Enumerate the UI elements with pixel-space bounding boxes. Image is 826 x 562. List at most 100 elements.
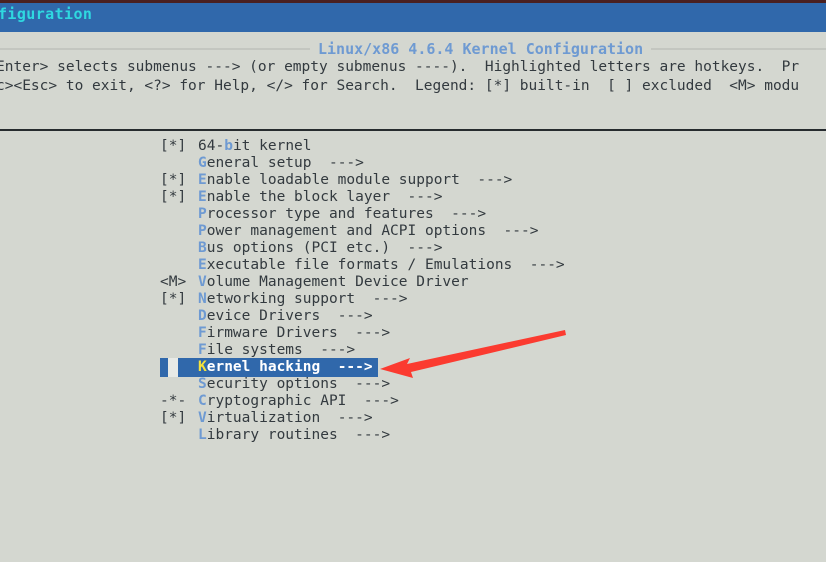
menu-item-hotkey-letter: V [198, 410, 207, 426]
menu-item-content: -*- Cryptographic API ---> [160, 393, 399, 410]
menu-item-hotkey-letter: F [198, 342, 207, 358]
menu-item-label: us options (PCI etc.) [206, 240, 391, 256]
submenu-arrow-icon: ---> [337, 376, 391, 392]
menu-item-label: rocessor type and features [206, 206, 434, 222]
menu-item-content: Processor type and features ---> [160, 206, 486, 223]
menu-item-content: Library routines ---> [160, 427, 390, 444]
menu-item[interactable]: <M> Volume Management Device Driver [0, 274, 826, 291]
submenu-arrow-icon: ---> [311, 155, 364, 171]
menu-item-content: File systems ---> [160, 342, 355, 359]
menu-item[interactable]: Bus options (PCI etc.) ---> [0, 240, 826, 257]
menu-item-label: ernel hacking [206, 359, 321, 375]
menu-item[interactable]: -*- Cryptographic API ---> [0, 393, 826, 410]
menu-item[interactable]: File systems ---> [0, 342, 826, 359]
menu-item-state-mark: [*] [160, 189, 187, 205]
menu-item-content: Firmware Drivers ---> [160, 325, 390, 342]
help-text-line-2: c><Esc> to exit, <?> for Help, </> for S… [0, 78, 800, 94]
menu-item-hotkey-letter: G [198, 155, 207, 171]
submenu-arrow-icon: ---> [302, 342, 356, 358]
menu-item-hotkey-letter: L [198, 427, 207, 443]
submenu-arrow-icon: ---> [486, 223, 539, 239]
menu-item-content: Security options ---> [160, 376, 390, 393]
menu-item-state-mark: [*] [160, 410, 187, 426]
menu-item-content: [*] Enable loadable module support ---> [160, 172, 512, 189]
submenu-arrow-icon: ---> [355, 291, 408, 307]
header-separator [0, 129, 826, 131]
menu-item-hotkey-letter: D [198, 308, 207, 324]
menu-item-hotkey-letter: B [198, 240, 207, 256]
config-banner-label: Linux/x86 4.6.4 Kernel Configuration [310, 40, 652, 58]
menu-item-label: eneral setup [206, 155, 312, 171]
menu-item[interactable]: Firmware Drivers ---> [0, 325, 826, 342]
menu-item-hotkey-letter: P [198, 223, 207, 239]
menu-item-hotkey-letter: S [198, 376, 207, 392]
menu-item-content: Kernel hacking ---> [160, 359, 373, 376]
menu-item-label: ibrary routines [206, 427, 338, 443]
menu-item-state-mark: [*] [160, 291, 187, 307]
submenu-arrow-icon: ---> [390, 189, 443, 205]
menu-item-label: irmware Drivers [206, 325, 338, 341]
menu-item-label: evice Drivers [206, 308, 321, 324]
menu-item-content: Device Drivers ---> [160, 308, 373, 325]
menu-item[interactable]: [*] Networking support ---> [0, 291, 826, 308]
menu-list: [*] 64-bit kernel General setup ---> [*] Ena… [0, 138, 826, 444]
submenu-arrow-icon: ---> [433, 206, 487, 222]
menu-item-content: <M> Volume Management Device Driver [160, 274, 469, 291]
menu-item-content: Executable file formats / Emulations ---… [160, 257, 565, 274]
menu-item-state-mark: -*- [160, 393, 187, 409]
menu-item-hotkey-letter: b [224, 138, 233, 154]
menu-item[interactable]: Executable file formats / Emulations ---… [0, 257, 826, 274]
menu-item-hotkey-letter: C [198, 393, 207, 409]
menu-item-label: nable loadable module support [206, 172, 460, 188]
menu-item-label: xecutable file formats / Emulations [206, 257, 513, 273]
menu-item-hotkey-letter: K [198, 359, 207, 375]
menu-item[interactable]: Security options ---> [0, 376, 826, 393]
menu-item-selected[interactable]: Kernel hacking ---> [0, 358, 826, 377]
menu-item[interactable]: Library routines ---> [0, 427, 826, 444]
submenu-arrow-icon: ---> [320, 359, 373, 375]
menu-item-hotkey-letter: E [198, 189, 207, 205]
menu-item[interactable]: Power management and ACPI options ---> [0, 223, 826, 240]
menu-item-content: Bus options (PCI etc.) ---> [160, 240, 442, 257]
menu-item-label: ecurity options [206, 376, 338, 392]
submenu-arrow-icon: ---> [320, 308, 373, 324]
submenu-arrow-icon: ---> [459, 172, 513, 188]
menu-item-label: ower management and ACPI options [206, 223, 487, 239]
menu-item[interactable]: General setup ---> [0, 155, 826, 172]
menu-item-hotkey-letter: E [198, 257, 207, 273]
menu-item-content: [*] Enable the block layer ---> [160, 189, 442, 206]
menu-item-hotkey-letter: N [198, 291, 207, 307]
menu-item-label-prefix: 64- [198, 138, 225, 154]
menu-item[interactable]: [*] Virtualization ---> [0, 410, 826, 427]
menu-item[interactable]: [*] Enable loadable module support ---> [0, 172, 826, 189]
menu-item-content: Power management and ACPI options ---> [160, 223, 538, 240]
menu-item-label: ryptographic API [206, 393, 347, 409]
title-bar-lower-band [0, 25, 826, 32]
menu-item[interactable]: [*] 64-bit kernel [0, 138, 826, 155]
menu-item-label: irtualization [206, 410, 321, 426]
menu-item-content: [*] Networking support ---> [160, 291, 408, 308]
submenu-arrow-icon: ---> [337, 427, 391, 443]
menu-item-content: [*] 64-bit kernel [160, 138, 312, 155]
menu-item-label: it kernel [232, 138, 312, 154]
menu-item-hotkey-letter: V [198, 274, 207, 290]
submenu-arrow-icon: ---> [390, 240, 443, 256]
submenu-arrow-icon: ---> [346, 393, 399, 409]
menu-item-label: etworking support [206, 291, 356, 307]
menu-item-hotkey-letter: F [198, 325, 207, 341]
menu-item-content: General setup ---> [160, 155, 364, 172]
kernel-menuconfig-screen: figuration Linux/x86 4.6.4 Kernel Config… [0, 0, 826, 562]
menu-item-label: nable the block layer [206, 189, 391, 205]
window-title: figuration [0, 5, 93, 23]
submenu-arrow-icon: ---> [512, 257, 565, 273]
menu-item[interactable]: Processor type and features ---> [0, 206, 826, 223]
menu-item-state-mark: <M> [160, 274, 187, 290]
help-text-line-1: Enter> selects submenus ---> (or empty s… [0, 59, 800, 75]
menu-item[interactable]: Device Drivers ---> [0, 308, 826, 325]
menu-item[interactable]: [*] Enable the block layer ---> [0, 189, 826, 206]
menu-item-hotkey-letter: P [198, 206, 207, 222]
menu-item-label: olume Management Device Driver [206, 274, 469, 290]
submenu-arrow-icon: ---> [337, 325, 391, 341]
menu-item-hotkey-letter: E [198, 172, 207, 188]
header-area: Linux/x86 4.6.4 Kernel Configuration Ent… [0, 32, 826, 129]
